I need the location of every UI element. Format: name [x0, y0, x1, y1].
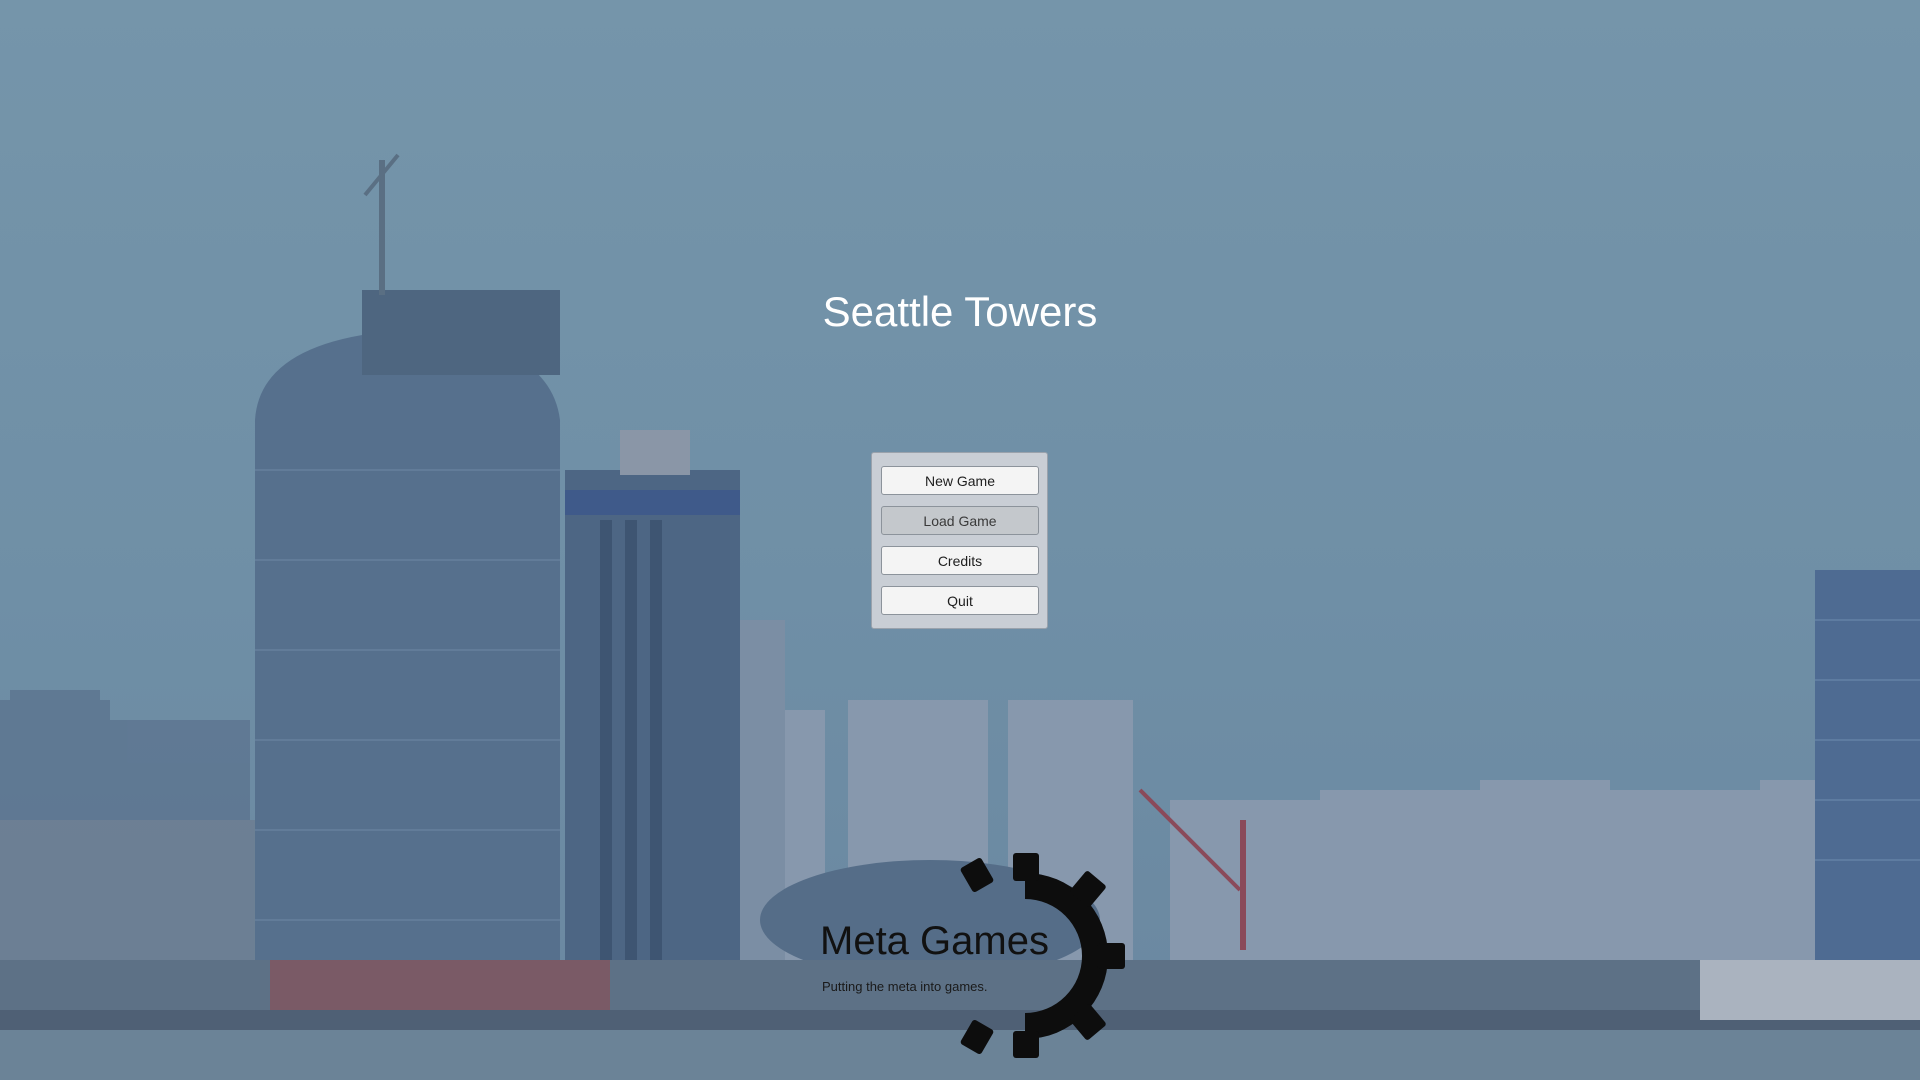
new-game-button[interactable]: New Game	[881, 466, 1039, 495]
main-menu-panel: New Game Load Game Credits Quit	[871, 452, 1048, 629]
game-title: Seattle Towers	[822, 288, 1098, 335]
load-game-button[interactable]: Load Game	[881, 506, 1039, 535]
credits-button[interactable]: Credits	[881, 546, 1039, 575]
studio-logo: Meta Games Putting the meta into games.	[820, 853, 1125, 1058]
main-menu-screen: Seattle Towers New Game Load Game Credit…	[0, 0, 1920, 1080]
studio-name: Meta Games	[820, 919, 1049, 963]
quit-button[interactable]: Quit	[881, 586, 1039, 615]
studio-tagline: Putting the meta into games.	[822, 979, 988, 994]
